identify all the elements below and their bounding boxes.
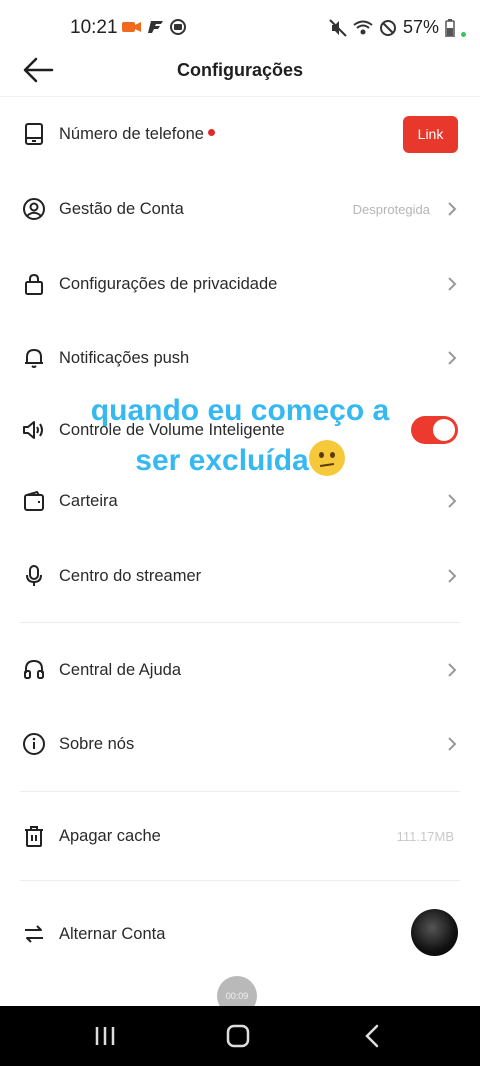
section-divider [20, 791, 460, 792]
wifi-icon [353, 20, 373, 34]
switch-arrows-icon [25, 925, 43, 943]
cache-size-value: 111.17MB [396, 828, 454, 844]
setting-label: Configurações de privacidade [59, 274, 278, 293]
setting-switch-account[interactable]: Alternar Conta [0, 897, 480, 971]
trash-icon [25, 826, 43, 847]
chevron-right-icon [448, 663, 457, 677]
setting-label: Centro do streamer [59, 566, 202, 585]
home-icon[interactable] [223, 1022, 253, 1050]
do-not-disturb-icon [379, 19, 396, 36]
smart-volume-toggle[interactable] [411, 416, 458, 444]
microphone-icon [26, 565, 42, 586]
headset-icon [24, 659, 44, 679]
overlay-caption-line2: ser excluída [135, 444, 309, 477]
status-green-dot [461, 32, 466, 37]
chevron-right-icon [448, 494, 457, 508]
status-time: 10:21 [70, 17, 118, 38]
setting-label: Apagar cache [59, 826, 161, 845]
link-phone-button[interactable]: Link [403, 115, 458, 153]
toggle-knob [433, 419, 455, 441]
chevron-right-icon [448, 737, 457, 751]
overlay-caption: quando eu começo a ser excluída [72, 386, 408, 486]
app-badge-icon [170, 19, 186, 35]
section-divider [20, 880, 460, 881]
status-notification-icons [122, 19, 186, 35]
setting-help-center[interactable]: Central de Ajuda [0, 633, 480, 707]
confused-face-emoji-icon [308, 440, 345, 477]
setting-label: Notificações push [59, 348, 190, 367]
setting-phone-number[interactable]: Número de telefone Link [0, 97, 480, 171]
system-navigation-bar [0, 1006, 480, 1066]
battery-icon [445, 18, 455, 37]
battery-percent: 57% [402, 17, 439, 37]
section-divider [20, 622, 460, 623]
chevron-right-icon [448, 351, 457, 365]
bell-icon [25, 349, 43, 368]
setting-label: Número de telefone [59, 125, 215, 144]
status-system-icons: 57% [329, 17, 466, 38]
chevron-right-icon [448, 202, 457, 216]
phone-icon [25, 123, 43, 145]
mute-icon [329, 18, 347, 37]
recent-apps-icon[interactable] [90, 1022, 120, 1050]
setting-about-us[interactable]: Sobre nós [0, 707, 480, 781]
setting-label: Alternar Conta [59, 924, 166, 943]
app-f-icon [148, 21, 163, 33]
floating-avatar[interactable] [411, 909, 458, 956]
setting-label: Gestão de Conta [59, 199, 184, 218]
setting-label: Central de Ajuda [59, 660, 182, 679]
video-camera-icon [122, 22, 141, 32]
wallet-icon [24, 490, 44, 511]
back-nav-icon[interactable] [358, 1022, 388, 1050]
overlay-caption-line2-wrap: ser excluída [72, 436, 408, 486]
setting-clear-cache[interactable]: Apagar cache 111.17MB [0, 799, 480, 873]
setting-label: Sobre nós [59, 734, 135, 753]
setting-privacy[interactable]: Configurações de privacidade [0, 247, 480, 321]
info-icon [23, 733, 45, 755]
user-circle-icon [23, 198, 45, 220]
account-status-value: Desprotegida [352, 201, 430, 217]
chevron-right-icon [448, 569, 457, 583]
overlay-caption-line1: quando eu começo a [90, 394, 390, 427]
new-indicator-dot [207, 128, 215, 136]
setting-push-notifications[interactable]: Notificações push [0, 321, 480, 395]
chevron-right-icon [448, 277, 457, 291]
lock-icon [25, 273, 43, 295]
page-title: Configurações [176, 60, 304, 80]
speaker-icon [23, 421, 43, 439]
setting-account-management[interactable]: Gestão de Conta Desprotegida [0, 172, 480, 246]
setting-label: Carteira [59, 491, 118, 510]
setting-streamer-center[interactable]: Centro do streamer [0, 539, 480, 613]
app-header: Configurações [0, 46, 480, 96]
